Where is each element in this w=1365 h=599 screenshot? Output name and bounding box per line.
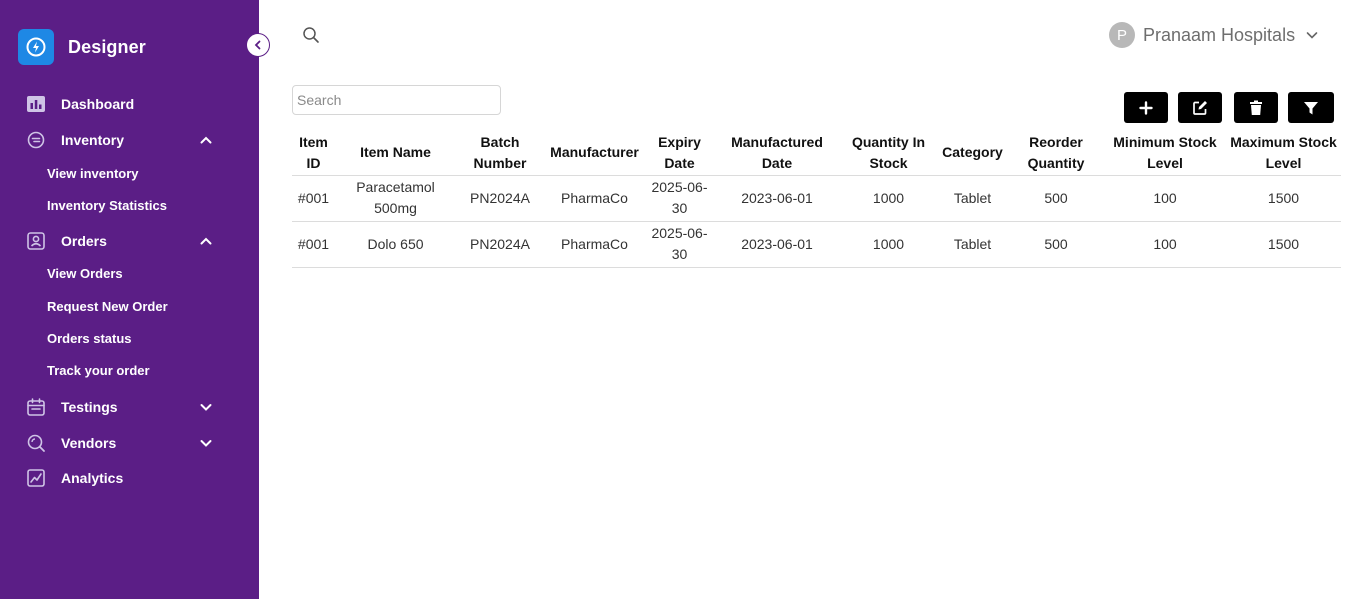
brand[interactable]: Designer (18, 29, 146, 65)
column-header[interactable]: Item ID (292, 131, 335, 176)
sidebar-item-inventory[interactable]: Inventory (26, 129, 226, 151)
column-header[interactable]: Manufacturer (544, 131, 645, 176)
chevron-down-icon (200, 440, 212, 447)
table-cell: 2023-06-01 (714, 221, 840, 268)
chevron-left-icon (254, 40, 261, 50)
sidebar-subitem-track-order[interactable]: Track your order (47, 363, 150, 381)
table-cell: PharmaCo (544, 175, 645, 222)
sidebar-item-testings[interactable]: Testings (26, 396, 226, 418)
column-header[interactable]: Item Name (335, 131, 456, 176)
inventory-table: Item ID Item Name Batch Number Manufactu… (292, 131, 1341, 268)
column-header[interactable]: Category (937, 131, 1008, 176)
column-header[interactable]: Manufactured Date (714, 131, 840, 176)
table-row[interactable]: #001 Dolo 650 PN2024A PharmaCo 2025-06-3… (292, 221, 1341, 268)
column-header[interactable]: Reorder Quantity (1008, 131, 1104, 176)
table-cell: 1500 (1226, 175, 1341, 222)
table-cell: 1000 (840, 175, 937, 222)
table-cell: 500 (1008, 221, 1104, 268)
table-cell: 100 (1104, 175, 1226, 222)
delete-button[interactable] (1234, 92, 1278, 123)
column-header[interactable]: Batch Number (456, 131, 544, 176)
brand-logo-icon (18, 29, 54, 65)
table-cell: PharmaCo (544, 221, 645, 268)
filter-icon (1304, 101, 1318, 114)
filter-button[interactable] (1288, 92, 1334, 123)
brand-name: Designer (68, 36, 146, 57)
sidebar-subitem-view-orders[interactable]: View Orders (47, 266, 123, 284)
column-header[interactable]: Minimum Stock Level (1104, 131, 1226, 176)
edit-icon (1193, 100, 1207, 115)
table-cell: 2023-06-01 (714, 175, 840, 222)
orders-icon (26, 231, 46, 251)
table-cell: 500 (1008, 175, 1104, 222)
table-cell: PN2024A (456, 175, 544, 222)
add-icon (1139, 100, 1153, 115)
sidebar-item-orders[interactable]: Orders (26, 230, 226, 252)
table-cell: Paracetamol 500mg (335, 175, 456, 222)
account-menu[interactable]: P Pranaam Hospitals (1109, 22, 1319, 48)
column-header[interactable]: Expiry Date (645, 131, 714, 176)
table-cell: 2025-06-30 (645, 175, 714, 222)
table-cell: #001 (292, 221, 335, 268)
add-button[interactable] (1124, 92, 1168, 123)
sidebar: Designer Dashboard Inventory View invent… (0, 0, 259, 599)
table-cell: #001 (292, 175, 335, 222)
sidebar-subitem-request-new-order[interactable]: Request New Order (47, 299, 168, 317)
table-header-row: Item ID Item Name Batch Number Manufactu… (292, 131, 1341, 176)
sidebar-item-label: Orders (61, 233, 107, 249)
chevron-down-icon (200, 404, 212, 411)
chevron-down-icon (1306, 32, 1318, 39)
chevron-up-icon (200, 136, 212, 144)
table-cell: PN2024A (456, 221, 544, 268)
sidebar-item-analytics[interactable]: Analytics (26, 467, 226, 489)
column-header[interactable]: Quantity In Stock (840, 131, 937, 176)
sidebar-item-label: Dashboard (61, 96, 135, 112)
table-row[interactable]: #001 Paracetamol 500mg PN2024A PharmaCo … (292, 175, 1341, 222)
analytics-icon (26, 468, 46, 488)
edit-button[interactable] (1178, 92, 1222, 123)
account-name: Pranaam Hospitals (1143, 24, 1296, 45)
table-cell: Tablet (937, 221, 1008, 268)
trash-icon (1250, 100, 1262, 115)
table-cell: 1500 (1226, 221, 1341, 268)
column-header[interactable]: Maximum Stock Level (1226, 131, 1341, 176)
sidebar-item-label: Vendors (61, 435, 117, 451)
table-cell: Tablet (937, 175, 1008, 222)
sidebar-subitem-view-inventory[interactable]: View inventory (47, 166, 139, 184)
search-icon[interactable] (302, 26, 320, 44)
sidebar-item-dashboard[interactable]: Dashboard (26, 93, 226, 115)
inventory-icon (26, 130, 46, 150)
sidebar-item-vendors[interactable]: Vendors (26, 432, 226, 454)
sidebar-item-label: Testings (61, 399, 118, 415)
table-cell: 1000 (840, 221, 937, 268)
table-cell: 2025-06-30 (645, 221, 714, 268)
search-icon (26, 433, 46, 453)
sidebar-item-label: Analytics (61, 470, 124, 486)
sidebar-subitem-orders-status[interactable]: Orders status (47, 331, 132, 349)
sidebar-collapse-button[interactable] (246, 33, 270, 57)
table-cell: Dolo 650 (335, 221, 456, 268)
search-input[interactable] (292, 85, 501, 115)
sidebar-subitem-inventory-statistics[interactable]: Inventory Statistics (47, 198, 167, 216)
avatar: P (1109, 22, 1135, 48)
sidebar-item-label: Inventory (61, 132, 125, 148)
chevron-up-icon (200, 237, 212, 245)
chart-bar-icon (26, 94, 46, 114)
calendar-icon (26, 397, 46, 417)
table-cell: 100 (1104, 221, 1226, 268)
